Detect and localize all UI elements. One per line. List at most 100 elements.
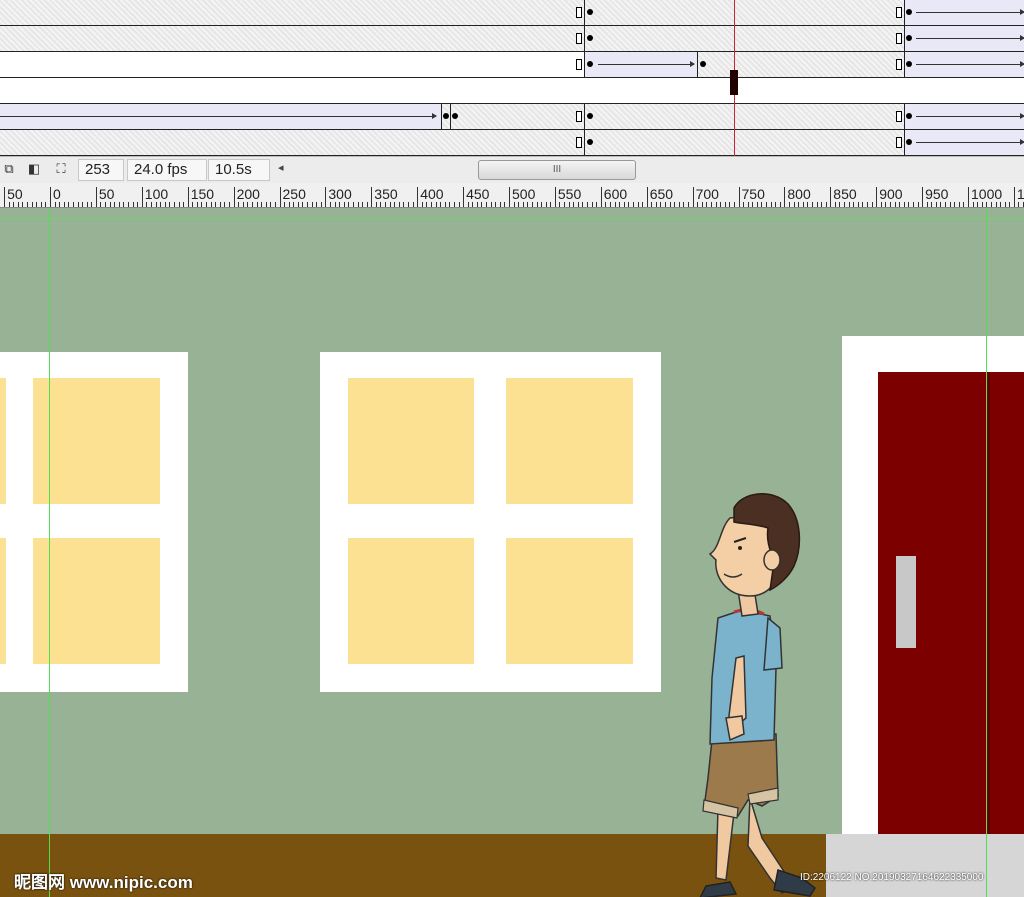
keyframe-dot[interactable] [587,35,593,41]
keyframe-hollow[interactable] [896,7,902,18]
timeline-layer-track[interactable] [0,130,1024,156]
scroll-left-arrow-icon[interactable]: ◂ [278,161,284,174]
ruler-minor-tick [50,202,51,207]
keyframe-dot[interactable] [906,61,912,67]
ruler-minor-tick [729,202,730,207]
ruler-minor-tick [670,202,671,207]
horizontal-ruler: 50 0 50 100 150 200 250 300 350 400 450 500 550 600 65… [0,183,1024,208]
window-middle[interactable] [320,352,661,692]
ruler-label: 150 [190,186,215,202]
ruler-minor-tick [344,202,345,207]
keyframe-hollow[interactable] [896,59,902,70]
window-left[interactable] [0,352,188,692]
ruler-minor-tick [78,202,79,207]
keyframe-hollow[interactable] [576,59,582,70]
window-pane [506,538,633,664]
keyframe-hollow[interactable] [576,7,582,18]
ruler-label: 400 [420,186,444,202]
edit-multiple-frames-icon[interactable]: ◧ [25,160,43,178]
door-handle[interactable] [896,556,916,648]
ruler-minor-tick [977,202,978,207]
frame-rate-field[interactable]: 24.0 fps [127,159,207,181]
timeline-layer-track[interactable] [0,78,1024,104]
ruler-minor-tick [578,202,579,207]
keyframe-dot[interactable] [587,139,593,145]
ruler-minor-tick [954,202,955,207]
keyframe-dot[interactable] [587,61,593,67]
stage-top-edge [0,208,1024,219]
ruler-minor-tick [1005,202,1006,207]
keyframe-dot[interactable] [443,113,449,119]
guide-line-left[interactable] [49,208,50,897]
keyframe-hollow[interactable] [896,111,902,122]
ruler-minor-tick [527,202,528,207]
ruler-minor-tick [137,202,138,207]
ruler-minor-tick [986,202,987,207]
ruler-minor-tick [839,202,840,207]
keyframe-marker [697,52,698,77]
ruler-minor-tick [780,202,781,207]
keyframe-dot[interactable] [906,35,912,41]
timeline-panel[interactable] [0,0,1024,156]
keyframe-dot[interactable] [700,61,706,67]
ruler-minor-tick [224,202,225,207]
ruler-minor-tick [619,202,620,207]
ruler-minor-tick [312,202,313,207]
ruler-minor-tick [18,202,19,207]
ruler-minor-tick [477,202,478,207]
keyframe-hollow[interactable] [896,137,902,148]
ruler-minor-tick [394,202,395,207]
window-pane [348,378,474,504]
timeline-layer-track[interactable] [0,26,1024,52]
ruler-minor-tick [211,202,212,207]
ruler-minor-tick [688,202,689,207]
ruler-label: 300 [328,186,352,202]
ruler-minor-tick [725,202,726,207]
ruler-minor-tick [739,202,740,207]
keyframe-marker [584,104,585,129]
ruler-label: 750 [741,186,765,202]
keyframe-dot[interactable] [452,113,458,119]
ruler-minor-tick [913,202,914,207]
ruler-minor-tick [330,202,331,207]
ruler-minor-tick [867,202,868,207]
ruler-minor-tick [904,202,905,207]
keyframe-dot[interactable] [906,139,912,145]
onion-skin-outlines-icon[interactable]: ⧉ [0,160,18,178]
timeline-layer-track[interactable] [0,104,1024,130]
guide-line-right[interactable] [986,208,987,897]
ruler-minor-tick [853,202,854,207]
ruler-minor-tick [927,202,928,207]
timeline-layer-track[interactable] [0,0,1024,26]
ruler-minor-tick [266,202,267,207]
current-frame-marker[interactable] [730,70,738,95]
ruler-minor-tick [68,202,69,207]
keyframe-marker [904,130,905,155]
keyframe-hollow[interactable] [576,111,582,122]
tween-arrow [598,61,695,67]
keyframe-hollow[interactable] [576,137,582,148]
ruler-minor-tick [569,202,570,207]
keyframe-dot[interactable] [906,9,912,15]
ruler-minor-tick [449,202,450,207]
keyframe-dot[interactable] [587,113,593,119]
keyframe-hollow[interactable] [576,33,582,44]
keyframe-dot[interactable] [587,9,593,15]
stage-canvas[interactable]: 昵图网 www.nipic.com ID:2206122 NO:20190327… [0,208,1024,897]
ruler-label: 950 [925,186,949,202]
ruler-minor-tick [358,202,359,207]
modify-markers-icon[interactable]: ⛶ [52,160,70,178]
ruler-label: 50 [98,186,115,202]
ruler-minor-tick [817,202,818,207]
ruler-minor-tick [335,202,336,207]
cartoon-boy-character[interactable] [690,478,830,897]
timeline-layer-track[interactable] [0,52,1024,78]
horizontal-scrollbar-thumb[interactable]: III [478,160,636,180]
ruler-minor-tick [201,202,202,207]
ruler-minor-tick [931,202,932,207]
ruler-minor-tick [445,202,446,207]
ruler-minor-tick [41,202,42,207]
keyframe-dot[interactable] [906,113,912,119]
ruler-minor-tick [321,202,322,207]
keyframe-hollow[interactable] [896,33,902,44]
